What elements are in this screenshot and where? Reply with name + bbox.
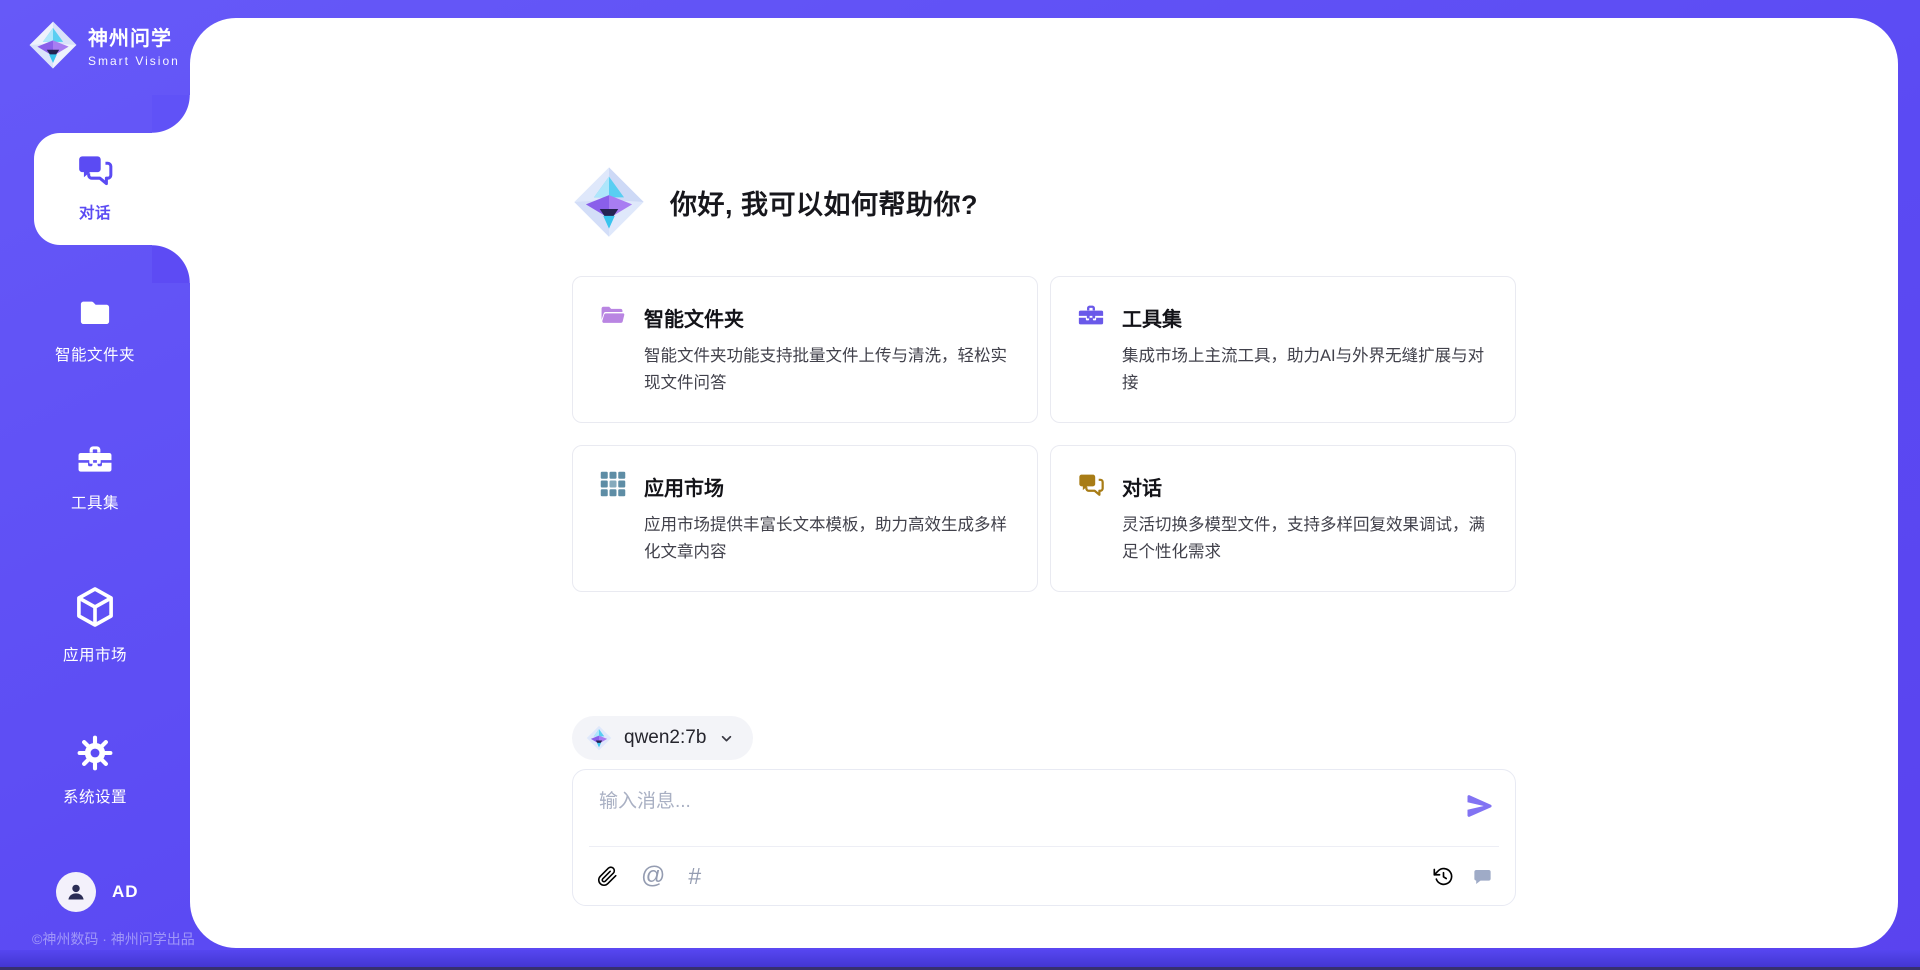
user-initials: AD bbox=[112, 882, 139, 902]
card-chat[interactable]: 对话 灵活切换多模型文件，支持多样回复效果调试，满足个性化需求 bbox=[1050, 445, 1516, 592]
sidebar-item-label: 应用市场 bbox=[63, 643, 127, 665]
cube-icon bbox=[72, 584, 118, 630]
gear-icon bbox=[76, 734, 114, 772]
grid-icon bbox=[599, 470, 627, 503]
composer: @ # bbox=[572, 769, 1516, 906]
brand-logo-icon bbox=[28, 20, 78, 70]
attach-button[interactable] bbox=[597, 866, 618, 887]
sidebar-item-app-market[interactable]: 应用市场 bbox=[0, 584, 190, 665]
composer-tools: @ # bbox=[597, 856, 701, 896]
card-app-market[interactable]: 应用市场 应用市场提供丰富长文本模板，助力高效生成多样化文章内容 bbox=[572, 445, 1038, 592]
card-title: 应用市场 bbox=[644, 472, 724, 501]
quick-chat-button[interactable] bbox=[1472, 866, 1493, 887]
main-panel: 你好, 我可以如何帮助你? 智能文件夹 智能文件夹功能支持批量文件 bbox=[190, 18, 1898, 948]
user-account[interactable]: AD bbox=[56, 872, 139, 912]
chat-icon bbox=[1077, 470, 1105, 503]
card-title: 对话 bbox=[1122, 472, 1162, 501]
card-toolset[interactable]: 工具集 集成市场上主流工具，助力AI与外界无缝扩展与对接 bbox=[1050, 276, 1516, 423]
brand: 神州问学 Smart Vision bbox=[28, 20, 180, 70]
sidebar-item-settings[interactable]: 系统设置 bbox=[0, 734, 190, 807]
brand-tagline: Smart Vision bbox=[88, 54, 180, 68]
paperclip-icon bbox=[597, 866, 618, 887]
sidebar-item-label: 工具集 bbox=[71, 491, 119, 513]
card-smart-folder[interactable]: 智能文件夹 智能文件夹功能支持批量文件上传与清洗，轻松实现文件问答 bbox=[572, 276, 1038, 423]
send-button[interactable] bbox=[1465, 791, 1495, 824]
card-description: 灵活切换多模型文件，支持多样回复效果调试，满足个性化需求 bbox=[1122, 512, 1489, 567]
card-description: 智能文件夹功能支持批量文件上传与清洗，轻松实现文件问答 bbox=[644, 343, 1011, 398]
toolbox-icon bbox=[76, 440, 114, 478]
hashtag-button[interactable]: # bbox=[688, 865, 701, 888]
sidebar-item-label: 系统设置 bbox=[63, 785, 127, 807]
person-icon bbox=[64, 880, 88, 904]
sidebar-item-label: 对话 bbox=[79, 201, 111, 223]
feature-cards: 智能文件夹 智能文件夹功能支持批量文件上传与清洗，轻松实现文件问答 bbox=[572, 276, 1516, 592]
sidebar-item-label: 智能文件夹 bbox=[55, 343, 135, 365]
card-title: 工具集 bbox=[1122, 303, 1182, 332]
chevron-down-icon bbox=[718, 730, 735, 747]
sidebar-item-toolset[interactable]: 工具集 bbox=[0, 440, 190, 513]
greeting-block: 你好, 我可以如何帮助你? bbox=[572, 165, 978, 239]
history-button[interactable] bbox=[1433, 866, 1454, 887]
gem-logo-icon bbox=[572, 165, 646, 239]
main-column: 你好, 我可以如何帮助你? 智能文件夹 智能文件夹功能支持批量文件 bbox=[572, 18, 1516, 948]
sidebar: 神州问学 Smart Vision 对话 智能文件夹 工具集 bbox=[0, 0, 190, 950]
model-selector[interactable]: qwen2:7b bbox=[572, 716, 753, 760]
chat-icon bbox=[76, 150, 114, 188]
sidebar-item-chat[interactable]: 对话 bbox=[0, 150, 190, 223]
history-icon bbox=[1433, 866, 1454, 887]
bottom-bar bbox=[0, 950, 1920, 970]
model-name: qwen2:7b bbox=[624, 727, 706, 749]
avatar bbox=[56, 872, 96, 912]
composer-divider bbox=[589, 846, 1499, 847]
sidebar-item-smart-folder[interactable]: 智能文件夹 bbox=[0, 294, 190, 365]
quick-chat-icon bbox=[1472, 866, 1493, 887]
card-description: 应用市场提供丰富长文本模板，助力高效生成多样化文章内容 bbox=[644, 512, 1011, 567]
mention-button[interactable]: @ bbox=[641, 864, 665, 888]
send-icon bbox=[1465, 791, 1495, 821]
gem-logo-icon bbox=[586, 725, 612, 751]
card-title: 智能文件夹 bbox=[644, 303, 744, 332]
copyright-footer: ©神州数码 · 神州问学出品 bbox=[32, 929, 195, 949]
folder-icon bbox=[77, 294, 113, 330]
message-input[interactable] bbox=[599, 786, 1439, 842]
composer-actions bbox=[1433, 856, 1493, 896]
card-description: 集成市场上主流工具，助力AI与外界无缝扩展与对接 bbox=[1122, 343, 1489, 398]
toolbox-icon bbox=[1077, 301, 1105, 334]
greeting-text: 你好, 我可以如何帮助你? bbox=[670, 183, 978, 222]
folder-open-icon bbox=[599, 301, 627, 334]
brand-name: 神州问学 bbox=[88, 22, 180, 51]
